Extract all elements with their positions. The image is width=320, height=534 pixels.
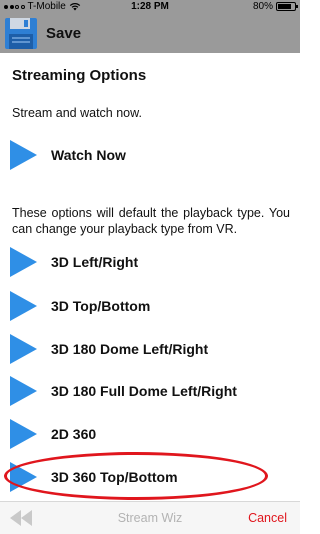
- option-3d-180-full-dome-left-right[interactable]: 3D 180 Full Dome Left/Right: [10, 375, 237, 407]
- option-3d-left-right[interactable]: 3D Left/Right: [10, 246, 138, 278]
- battery-icon: [276, 2, 298, 11]
- play-icon: [10, 419, 37, 449]
- battery-status: 80%: [252, 1, 298, 12]
- header-bar: Save: [0, 14, 300, 53]
- cancel-button[interactable]: Cancel: [248, 511, 287, 525]
- option-label: 2D 360: [51, 426, 97, 442]
- save-label: Save: [46, 25, 82, 42]
- bottom-toolbar: Stream Wiz Cancel: [0, 501, 300, 534]
- option-3d-360-top-bottom[interactable]: 3D 360 Top/Bottom: [10, 461, 178, 493]
- watch-now-button[interactable]: Watch Now: [10, 139, 126, 171]
- option-3d-180-dome-left-right[interactable]: 3D 180 Dome Left/Right: [10, 333, 208, 365]
- playback-description: These options will default the playback …: [12, 206, 290, 236]
- option-label: 3D Left/Right: [51, 254, 139, 270]
- page-title: Streaming Options: [12, 67, 147, 84]
- play-icon: [10, 462, 37, 492]
- option-label: 3D 180 Dome Left/Right: [51, 341, 209, 357]
- floppy-disk-icon: [5, 18, 37, 49]
- play-icon: [10, 291, 37, 321]
- watch-now-label: Watch Now: [51, 147, 126, 163]
- option-label: 3D Top/Bottom: [51, 298, 151, 314]
- option-2d-360[interactable]: 2D 360: [10, 418, 96, 450]
- play-icon: [10, 376, 37, 406]
- play-icon: [10, 334, 37, 364]
- play-icon: [10, 140, 37, 170]
- save-button[interactable]: Save: [4, 17, 81, 50]
- intro-text: Stream and watch now.: [12, 106, 142, 120]
- status-bar: T-Mobile 1:28 PM 80%: [0, 0, 300, 14]
- battery-percent: 80%: [252, 1, 273, 12]
- option-label: 3D 360 Top/Bottom: [51, 469, 178, 485]
- play-icon: [10, 247, 37, 277]
- option-label: 3D 180 Full Dome Left/Right: [51, 383, 237, 399]
- option-3d-top-bottom[interactable]: 3D Top/Bottom: [10, 290, 150, 322]
